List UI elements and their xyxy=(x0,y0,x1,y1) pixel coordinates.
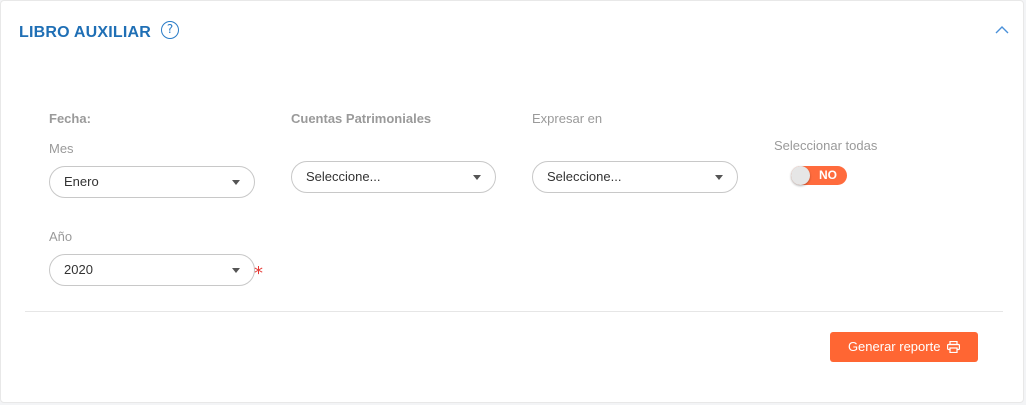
help-icon[interactable]: ? xyxy=(161,21,179,39)
page-title: LIBRO AUXILIAR xyxy=(19,24,151,41)
anio-select-value: 2020 xyxy=(64,262,93,277)
report-card: LIBRO AUXILIAR ? Fecha: Mes Enero Año 20… xyxy=(0,0,1024,403)
mes-label: Mes xyxy=(49,141,74,156)
seleccionar-todas-label: Seleccionar todas xyxy=(774,138,878,153)
divider xyxy=(25,311,1003,312)
mes-select[interactable]: Enero xyxy=(49,166,255,198)
generate-report-label: Generar reporte xyxy=(847,339,941,354)
toggle-knob xyxy=(791,166,810,185)
required-mark: * xyxy=(254,263,263,284)
mes-select-value: Enero xyxy=(64,174,99,189)
generate-report-button[interactable]: Generar reporte xyxy=(830,332,978,362)
expresar-label: Expresar en xyxy=(532,111,603,126)
chevron-up-icon[interactable] xyxy=(995,25,1009,35)
caret-down-icon xyxy=(715,175,723,180)
cuentas-label: Cuentas Patrimoniales xyxy=(291,111,432,126)
seleccionar-todas-toggle[interactable]: NO xyxy=(791,166,847,185)
cuentas-select-value: Seleccione... xyxy=(306,169,381,184)
anio-select[interactable]: 2020 xyxy=(49,254,255,286)
print-icon xyxy=(947,340,961,354)
caret-down-icon xyxy=(473,175,481,180)
cuentas-select[interactable]: Seleccione... xyxy=(291,161,496,193)
toggle-text: NO xyxy=(819,168,837,182)
expresar-select[interactable]: Seleccione... xyxy=(532,161,738,193)
caret-down-icon xyxy=(232,268,240,273)
fecha-label: Fecha: xyxy=(49,111,91,126)
anio-label: Año xyxy=(49,229,73,244)
expresar-select-value: Seleccione... xyxy=(547,169,622,184)
caret-down-icon xyxy=(232,180,240,185)
